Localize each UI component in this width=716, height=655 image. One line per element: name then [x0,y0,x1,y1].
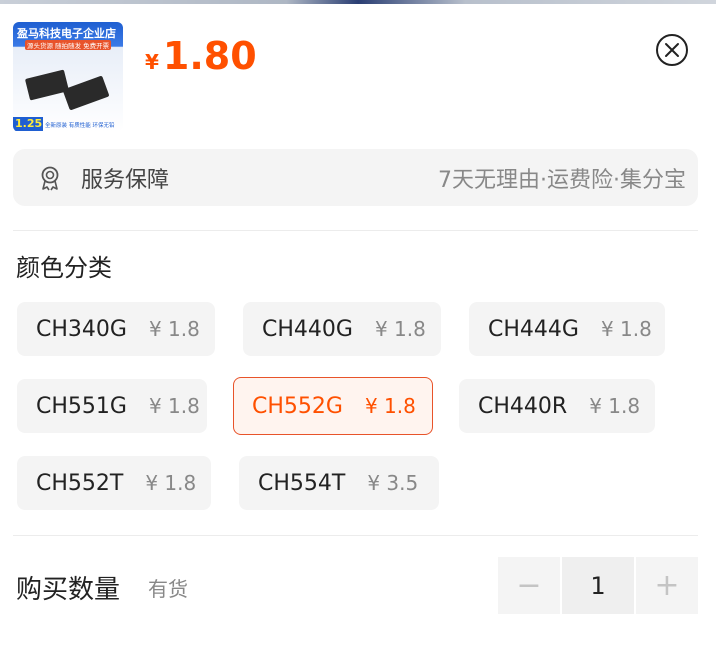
variant-section-title: 颜色分类 [16,254,112,282]
variant-price: ¥ 1.8 [145,471,197,495]
variant-name: CH444G [488,316,579,342]
thumbnail-tag: 源头货源 随拍随发 免费开票 [25,40,112,50]
variant-price: ¥ 1.8 [374,317,426,341]
thumbnail-price-badge: 1.25 [13,117,43,131]
variant-name: CH554T [258,470,346,496]
quantity-value[interactable]: 1 [562,557,634,614]
increment-button[interactable]: + [636,557,698,614]
variant-name: CH340G [36,316,127,342]
variant-option-ch444g[interactable]: CH444G ¥ 1.8 [469,302,665,356]
price-value: 1.80 [162,34,257,78]
close-button[interactable] [656,34,688,66]
chip-image [62,75,110,111]
variant-name: CH440R [478,393,568,419]
variant-option-ch551g[interactable]: CH551G ¥ 1.8 [17,379,207,433]
thumbnail-store-name: 盈马科技电子企业店 [17,27,116,40]
variant-price: ¥ 1.8 [148,394,200,418]
variant-option-ch440r[interactable]: CH440R ¥ 1.8 [459,379,655,433]
variant-name: CH551G [36,393,127,419]
variant-price: ¥ 1.8 [600,317,652,341]
quantity-label: 购买数量 [16,575,121,605]
currency-symbol: ¥ [145,50,159,74]
quantity-stepper[interactable]: − 1 + [498,557,698,614]
product-thumbnail[interactable]: 盈马科技电子企业店 源头货源 随拍随发 免费开票 1.25 全新原装 有质性能 … [13,22,123,132]
variant-option-ch340g[interactable]: CH340G ¥ 1.8 [17,302,215,356]
chip-image [24,69,70,101]
service-label: 服务保障 [81,167,170,193]
close-icon [665,43,679,57]
variant-name: CH440G [262,316,353,342]
service-guarantee-bar[interactable]: 服务保障 7天无理由·运费险·集分宝 [13,149,698,206]
variant-option-ch552g[interactable]: CH552G ¥ 1.8 [233,377,433,435]
variant-name: CH552T [36,470,124,496]
variant-option-ch552t[interactable]: CH552T ¥ 1.8 [17,456,211,510]
divider [13,230,698,231]
decrement-button[interactable]: − [498,557,560,614]
variant-name: CH552G [252,393,343,419]
background-page-strip [0,0,716,4]
thumbnail-badges: 全新原装 有质性能 环保无铅 [45,123,115,129]
variant-price: ¥ 1.8 [364,394,416,418]
product-price: ¥ 1.80 [145,34,257,78]
stock-status: 有货 [148,577,188,601]
variant-price: ¥ 1.8 [148,317,200,341]
divider [13,535,698,536]
ribbon-badge-icon [41,166,59,190]
variant-option-ch554t[interactable]: CH554T ¥ 3.5 [239,456,439,510]
variant-price: ¥ 3.5 [367,471,419,495]
service-description: 7天无理由·运费险·集分宝 [438,167,686,193]
variant-price: ¥ 1.8 [589,394,641,418]
variant-option-ch440g[interactable]: CH440G ¥ 1.8 [243,302,441,356]
